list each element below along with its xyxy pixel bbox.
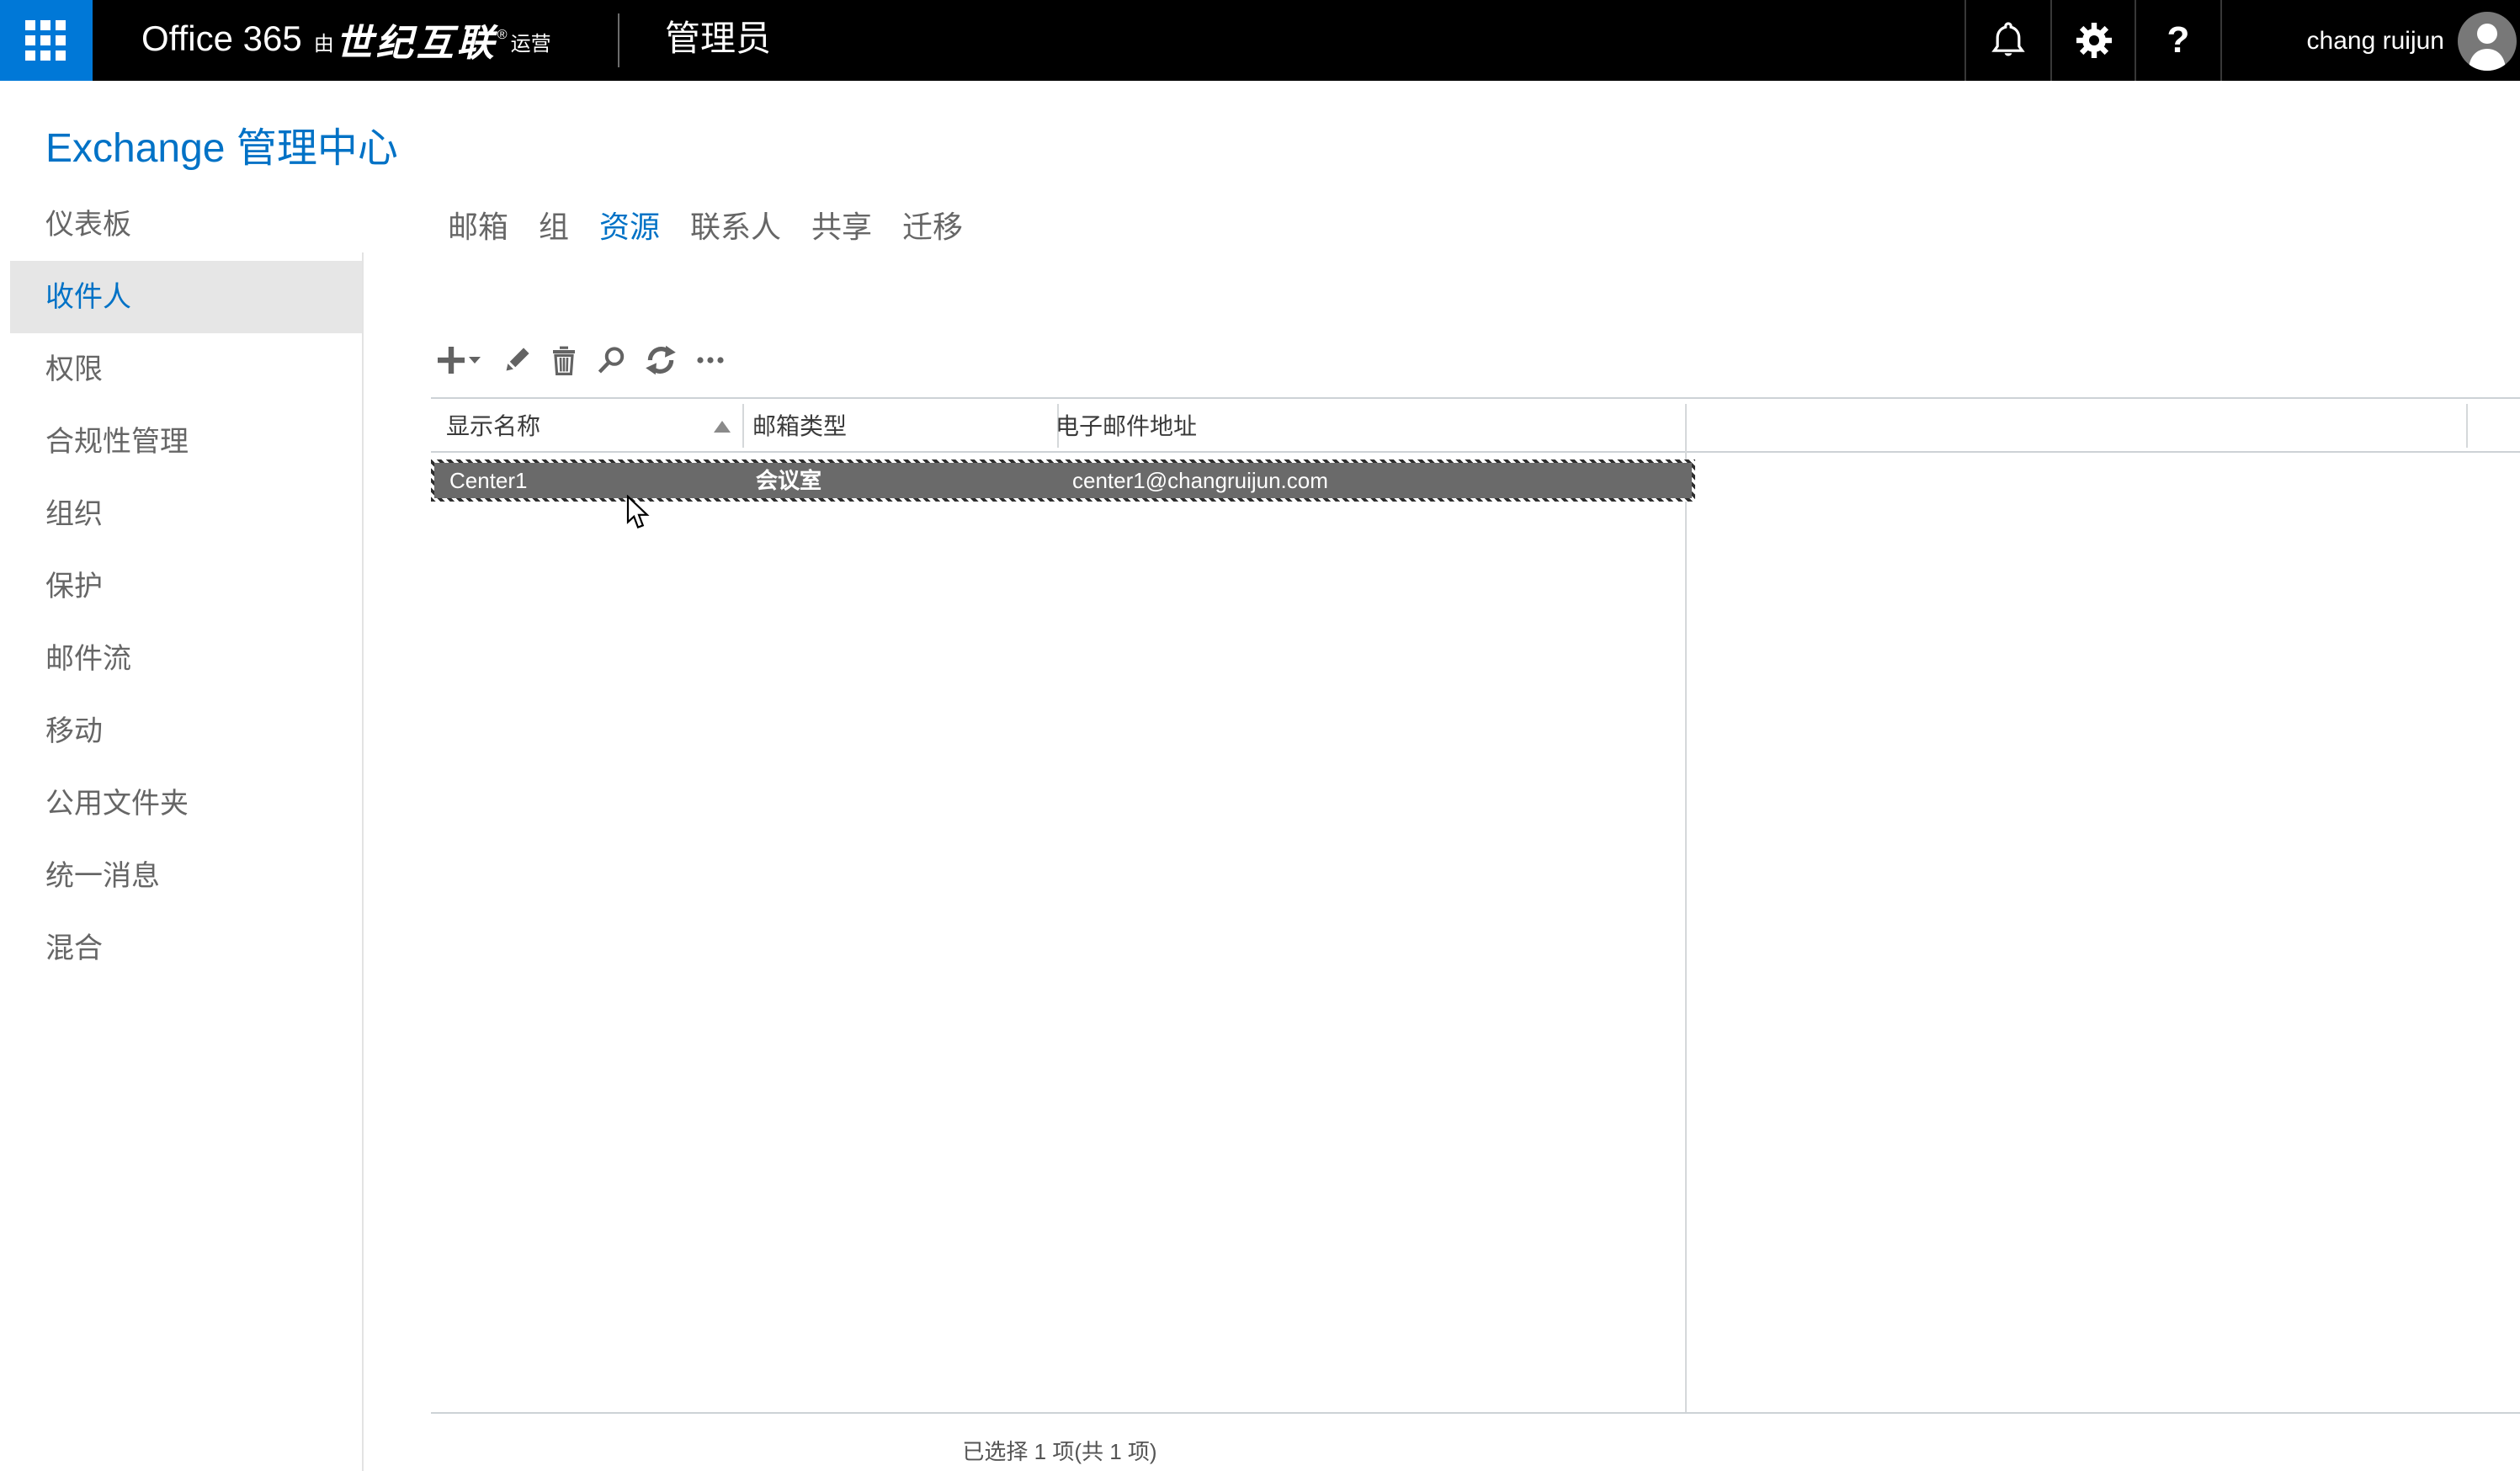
sidebar-item-organization[interactable]: 组织 — [10, 478, 362, 550]
table-header-bottom-border — [431, 451, 2520, 453]
brand-office365-label: Office 365 — [141, 20, 302, 61]
search-button[interactable] — [596, 345, 626, 375]
bell-icon — [1991, 22, 2025, 59]
column-divider — [2466, 404, 2468, 448]
gear-icon — [2076, 22, 2113, 59]
office365-brand[interactable]: Office 365 由 世纪互联 ® 运营 — [141, 0, 551, 81]
topbar-divider — [618, 13, 619, 67]
account-menu[interactable]: chang ruijun — [2222, 0, 2520, 81]
list-toolbar — [436, 338, 726, 382]
settings-button[interactable] — [2052, 0, 2136, 81]
waffle-icon — [25, 20, 66, 61]
topbar: Office 365 由 世纪互联 ® 运营 管理员 — [0, 0, 2520, 81]
column-header-display-name[interactable]: 显示名称 — [446, 401, 540, 451]
list-pane-divider — [1685, 404, 1687, 1412]
search-icon — [596, 345, 626, 375]
notifications-button[interactable] — [1966, 0, 2050, 81]
column-header-mailbox-type[interactable]: 邮箱类型 — [752, 401, 847, 451]
user-name: chang ruijun — [2307, 26, 2444, 55]
sidebar-item-protection[interactable]: 保护 — [10, 550, 362, 623]
sort-ascending-icon — [714, 421, 731, 433]
brand-by-label: 由 — [314, 29, 334, 57]
delete-button[interactable] — [550, 345, 577, 375]
sidebar-item-unified-messaging[interactable]: 统一消息 — [10, 840, 362, 912]
registered-mark: ® — [497, 26, 508, 41]
edit-button[interactable] — [502, 345, 532, 375]
list-bottom-border — [431, 1412, 2520, 1414]
row-mailbox-type: 会议室 — [756, 463, 821, 498]
question-mark-icon: ? — [2167, 19, 2190, 62]
selection-status: 已选择 1 项(共 1 项) — [431, 1434, 1688, 1466]
plus-icon — [436, 345, 466, 375]
avatar[interactable] — [2458, 11, 2517, 70]
sidebar-item-permissions[interactable]: 权限 — [10, 333, 362, 406]
brand-operated-label: 运营 — [511, 29, 551, 57]
sidebar-item-compliance[interactable]: 合规性管理 — [10, 406, 362, 478]
help-button[interactable]: ? — [2136, 0, 2220, 81]
refresh-icon — [645, 345, 677, 375]
sidebar-divider — [362, 252, 364, 1471]
table-header-top-border — [431, 397, 2520, 399]
app-launcher-button[interactable] — [0, 0, 93, 81]
brand-vendor-label: 世纪互联 — [336, 13, 497, 67]
sidebar-item-recipients[interactable]: 收件人 — [10, 261, 362, 333]
tab-resources[interactable]: 资源 — [599, 203, 660, 247]
refresh-button[interactable] — [645, 345, 677, 375]
tab-contacts[interactable]: 联系人 — [690, 203, 781, 247]
chevron-down-icon — [466, 345, 483, 375]
row-display-name: Center1 — [449, 463, 528, 498]
tab-migration[interactable]: 迁移 — [902, 203, 963, 247]
recipients-tabs: 邮箱 组 资源 联系人 共享 迁移 — [448, 189, 963, 261]
sidebar: 仪表板 收件人 权限 合规性管理 组织 保护 邮件流 移动 公用文件夹 统一消息… — [0, 189, 362, 985]
column-divider — [742, 404, 744, 448]
sidebar-item-mail-flow[interactable]: 邮件流 — [10, 623, 362, 695]
column-header-email-address[interactable]: 电子邮件地址 — [1055, 401, 1197, 451]
person-icon — [2458, 11, 2517, 70]
sidebar-item-hybrid[interactable]: 混合 — [10, 912, 362, 985]
tab-groups[interactable]: 组 — [539, 203, 569, 247]
sidebar-item-dashboard[interactable]: 仪表板 — [10, 189, 362, 261]
ellipsis-icon — [695, 345, 726, 375]
exchange-admin-center: Office 365 由 世纪互联 ® 运营 管理员 — [0, 0, 2520, 1471]
tab-shared[interactable]: 共享 — [811, 203, 872, 247]
sidebar-item-public-folders[interactable]: 公用文件夹 — [10, 767, 362, 840]
row-email-address: center1@changruijun.com — [1072, 463, 1328, 498]
admin-app-title: 管理员 — [665, 0, 771, 81]
add-button[interactable] — [436, 345, 483, 375]
pencil-icon — [502, 345, 532, 375]
sidebar-item-mobile[interactable]: 移动 — [10, 695, 362, 767]
page-title: Exchange 管理中心 — [45, 114, 398, 173]
trash-icon — [550, 345, 577, 375]
tab-mailboxes[interactable]: 邮箱 — [448, 203, 508, 247]
more-button[interactable] — [695, 345, 726, 375]
table-row[interactable]: Center1 会议室 center1@changruijun.com — [431, 459, 1695, 502]
